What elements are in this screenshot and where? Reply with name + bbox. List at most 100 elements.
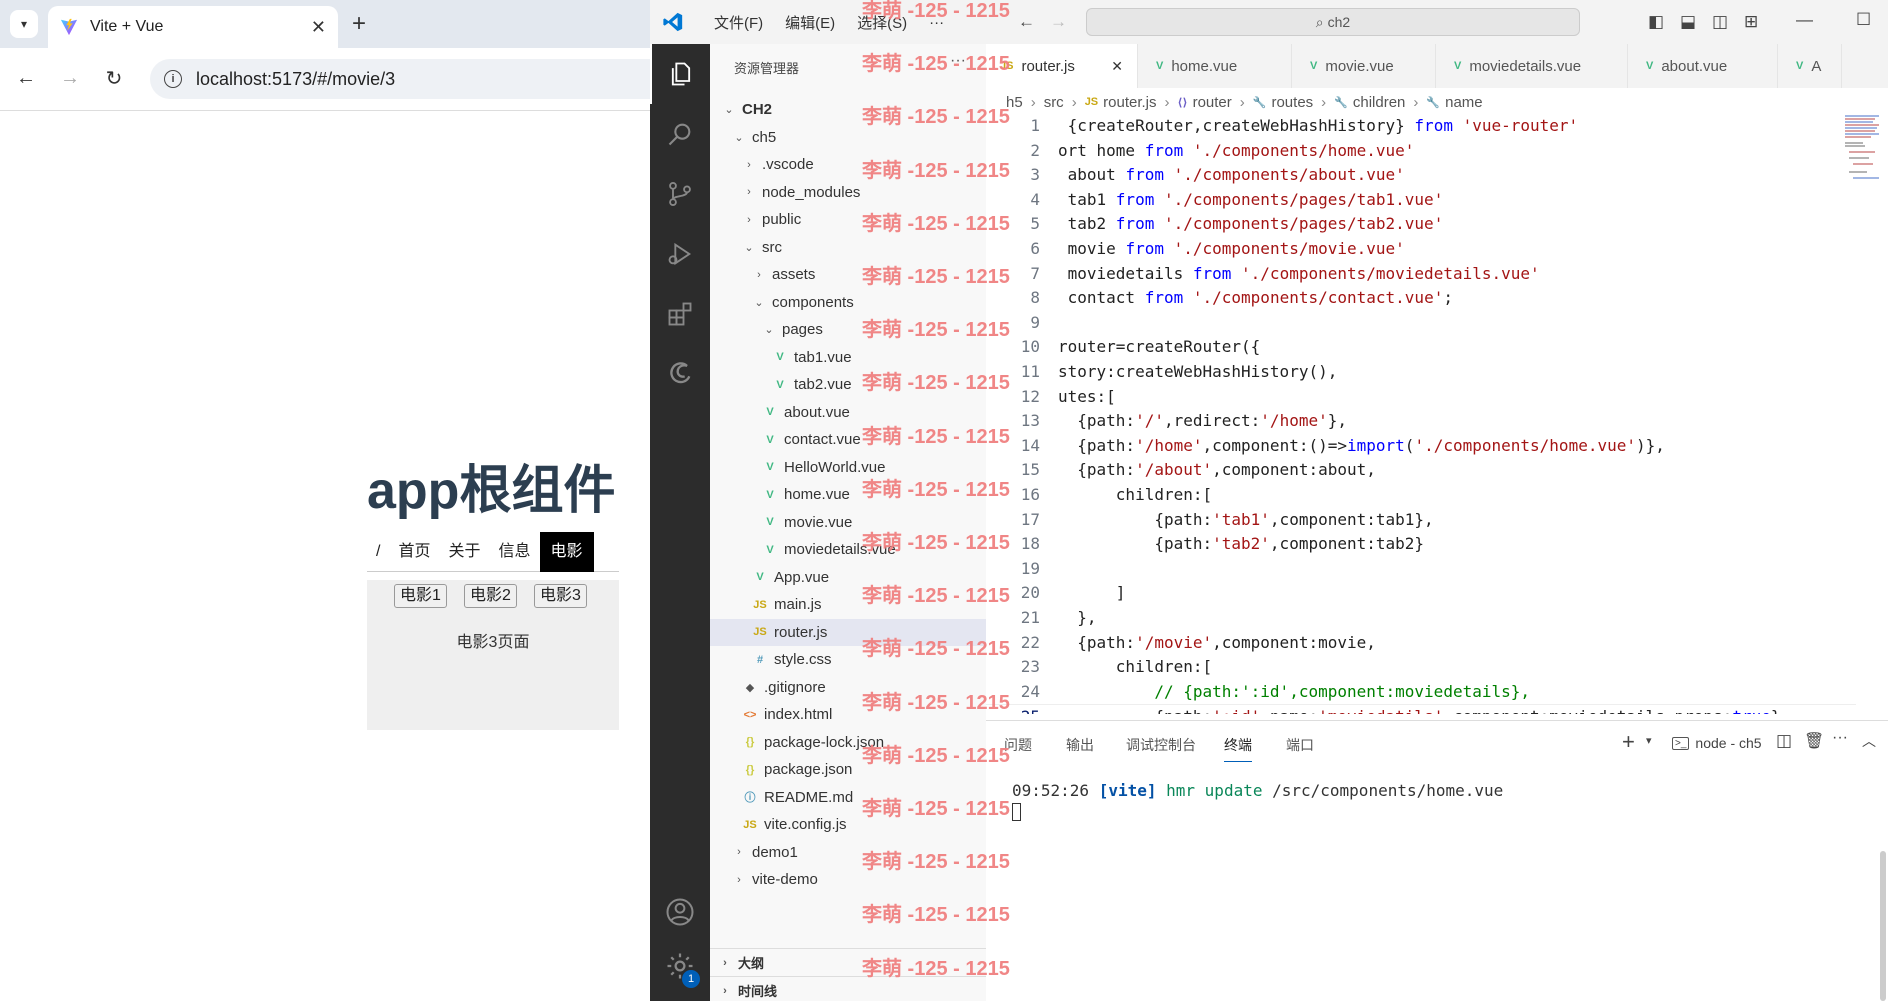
terminal-tag: [vite] xyxy=(1098,781,1157,800)
code-text: {path:'tab2',component:tab2} xyxy=(1058,534,1425,554)
forward-icon[interactable]: → xyxy=(52,67,88,90)
watermark-text: 李萌 -125 - 1215 xyxy=(862,744,1010,767)
close-tab-icon[interactable]: ✕ xyxy=(311,17,326,38)
manage-gear-icon[interactable]: 1 xyxy=(650,936,710,996)
account-icon[interactable] xyxy=(650,882,710,942)
tree-item-label: components xyxy=(772,293,854,311)
code-text: }, xyxy=(1058,608,1097,627)
editor-tab[interactable]: VA xyxy=(1782,44,1842,88)
toggle-sidebar-icon[interactable]: ◧ xyxy=(1648,12,1664,32)
extensions-icon[interactable] xyxy=(650,284,710,344)
browser-tab[interactable]: Vite + Vue ✕ xyxy=(48,6,338,48)
property-wrench-icon: 🔧 xyxy=(1426,96,1441,109)
editor-tab[interactable]: Vhome.vue xyxy=(1142,44,1292,88)
minimize-icon[interactable]: — xyxy=(1796,10,1813,30)
tree-item[interactable]: ⌄ components xyxy=(710,289,986,316)
panel-tab-debug-console[interactable]: 调试控制台 xyxy=(1126,735,1196,755)
code-text: contact from './components/contact.vue'; xyxy=(1058,288,1453,308)
watermark-text: 李萌 -125 - 1215 xyxy=(862,53,1010,76)
breadcrumb-item[interactable]: router.js xyxy=(1103,94,1156,111)
terminal-dropdown-icon[interactable]: ▾ xyxy=(1646,734,1652,747)
tree-item-label: index.html xyxy=(764,706,833,723)
panel-scrollbar[interactable] xyxy=(1880,851,1886,1001)
split-terminal-icon[interactable]: ◫ xyxy=(1776,731,1792,751)
code-line: 16 children:[ xyxy=(986,483,1856,507)
toggle-secondary-sidebar-icon[interactable]: ◫ xyxy=(1712,12,1728,32)
editor-tab-label: router.js xyxy=(1021,57,1075,75)
menu-file[interactable]: 文件(F) xyxy=(714,12,763,33)
code-text: children:[ xyxy=(1058,657,1213,677)
minimap[interactable] xyxy=(1845,114,1885,184)
maximize-panel-icon[interactable]: ︿ xyxy=(1862,731,1876,751)
panel-tab-ports[interactable]: 端口 xyxy=(1286,735,1314,755)
tree-item-label: router.js xyxy=(774,623,828,641)
line-number: 21 xyxy=(1020,608,1040,627)
panel-tab-output[interactable]: 输出 xyxy=(1066,735,1094,755)
vscode-logo-icon xyxy=(663,12,683,32)
panel-more-icon[interactable]: ··· xyxy=(1832,729,1848,747)
nav-link-root[interactable]: / xyxy=(367,532,389,572)
reload-icon[interactable]: ↻ xyxy=(96,66,132,91)
nav-link-info[interactable]: 信息 xyxy=(489,532,539,572)
code-line: 17 {path:'tab1',component:tab1}, xyxy=(986,508,1856,532)
breadcrumb-item[interactable]: src xyxy=(1044,94,1064,111)
breadcrumb-item[interactable]: name xyxy=(1445,94,1483,111)
new-terminal-icon[interactable]: + xyxy=(1622,729,1635,755)
nav-link-movie[interactable]: 电影 xyxy=(539,532,594,572)
menu-edit[interactable]: 编辑(E) xyxy=(785,12,835,33)
bottom-panel: 问题 输出 调试控制台 终端 端口 + ▾ >_ node - ch5 ◫ 🗑 … xyxy=(986,720,1888,1001)
breadcrumb-item[interactable]: router xyxy=(1193,94,1232,111)
movie-2-button[interactable]: 电影2 xyxy=(464,584,517,608)
watermark-text: 李萌 -125 - 1215 xyxy=(862,851,1010,874)
tree-item[interactable]: ⌄ src xyxy=(710,234,986,261)
timeline-label: 时间线 xyxy=(738,984,778,999)
maximize-icon[interactable]: ☐ xyxy=(1856,10,1871,30)
address-bar[interactable]: i localhost:5173/#/movie/3 xyxy=(150,59,650,99)
command-center-search[interactable]: ⌕ ch2 xyxy=(1086,8,1580,36)
account-badge: 1 xyxy=(682,970,700,988)
close-tab-icon[interactable]: ✕ xyxy=(1111,58,1123,75)
code-line: 22 {path:'/movie',component:movie, xyxy=(986,631,1856,655)
nav-forward-icon[interactable]: → xyxy=(1050,12,1067,32)
code-editor[interactable]: 1 {createRouter,createWebHashHistory} fr… xyxy=(986,114,1856,714)
vue-file-icon: V xyxy=(766,406,774,418)
customize-layout-icon[interactable]: ⊞ xyxy=(1744,12,1758,32)
watermark-text: 李萌 -125 - 1215 xyxy=(862,319,1010,342)
breadcrumb-item[interactable]: routes xyxy=(1271,94,1313,111)
search-view-icon[interactable] xyxy=(650,104,710,164)
kill-terminal-icon[interactable]: 🗑 xyxy=(1804,731,1824,751)
editor-tab[interactable]: Vmoviedetails.vue xyxy=(1440,44,1628,88)
explorer-icon[interactable] xyxy=(650,44,710,104)
editor-tab[interactable]: Vabout.vue xyxy=(1632,44,1778,88)
page-title: app根组件 xyxy=(367,462,616,520)
code-text: ort home from './components/home.vue' xyxy=(1058,140,1415,160)
editor-tab[interactable]: Vmovie.vue xyxy=(1296,44,1436,88)
source-control-icon[interactable] xyxy=(650,164,710,224)
movie-3-button[interactable]: 电影3 xyxy=(534,584,587,608)
code-line: 5 tab2 from './components/pages/tab2.vue… xyxy=(986,212,1856,236)
tree-item-label: style.css xyxy=(774,651,832,668)
run-debug-icon[interactable] xyxy=(650,224,710,284)
toggle-panel-icon[interactable]: ⬓ xyxy=(1680,12,1696,32)
panel-tab-terminal[interactable]: 终端 xyxy=(1224,735,1252,762)
movie-1-button[interactable]: 电影1 xyxy=(394,584,447,608)
watermark-text: 李萌 -125 - 1215 xyxy=(862,798,1010,820)
watermark-text: 李萌 -125 - 1215 xyxy=(862,266,1010,288)
nav-back-icon[interactable]: ← xyxy=(1018,12,1035,32)
code-text: about from './components/about.vue' xyxy=(1058,165,1405,185)
tree-item-label: .gitignore xyxy=(764,678,826,696)
new-tab-icon[interactable]: + xyxy=(352,10,366,38)
code-line: 3 about from './components/about.vue' xyxy=(986,163,1856,187)
chevron-right-icon: › xyxy=(757,268,761,281)
terminal-selector[interactable]: >_ node - ch5 xyxy=(1672,735,1762,751)
nav-link-about[interactable]: 关于 xyxy=(439,532,489,572)
tab-search-chevron-icon[interactable]: ▾ xyxy=(10,10,38,38)
app-nav: / 首页 关于 信息 电影 xyxy=(367,532,619,572)
site-info-icon[interactable]: i xyxy=(164,70,182,88)
edge-devtools-icon[interactable] xyxy=(650,344,710,404)
code-line: 19 xyxy=(986,557,1856,581)
watermark-text: 李萌 -125 - 1215 xyxy=(862,904,1010,927)
back-icon[interactable]: ← xyxy=(8,67,44,90)
nav-link-home[interactable]: 首页 xyxy=(389,532,439,572)
breadcrumb-item[interactable]: children xyxy=(1353,94,1406,111)
